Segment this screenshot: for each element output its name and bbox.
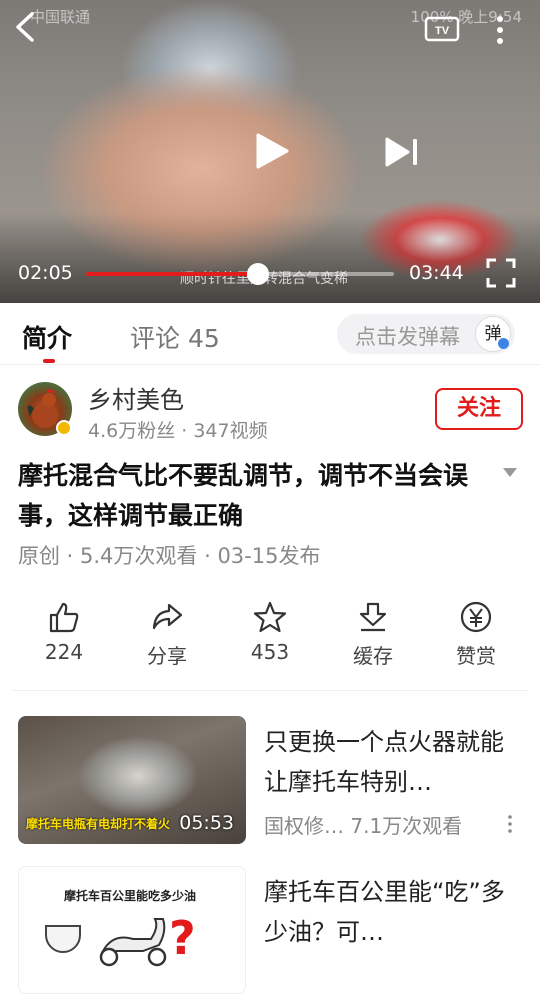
danmu-toggle-button[interactable]: 弹 bbox=[475, 316, 511, 352]
progress-bar[interactable] bbox=[86, 263, 394, 285]
share-button[interactable]: 分享 bbox=[121, 600, 213, 670]
tip-button[interactable]: 赞赏 bbox=[430, 600, 522, 670]
tab-intro[interactable]: 简介 bbox=[22, 319, 72, 355]
back-icon[interactable] bbox=[10, 10, 42, 44]
author-row: 乡村美色 4.6万粉丝 · 347视频 关注 bbox=[18, 380, 528, 442]
star-icon bbox=[253, 601, 287, 633]
verified-badge-icon bbox=[56, 420, 72, 436]
more-vertical-icon[interactable] bbox=[490, 14, 510, 46]
video-player[interactable]: 中国联通 100% 晚上9:54 TV 顺时针往里是转混合气变稀 02:05 0… bbox=[0, 0, 540, 303]
download-icon bbox=[359, 602, 387, 632]
yuan-icon bbox=[460, 601, 492, 633]
play-icon[interactable] bbox=[254, 132, 290, 170]
player-shade bbox=[0, 213, 540, 303]
video-thumbnail[interactable]: 摩托车电瓶有电却打不着火 05:53 bbox=[18, 716, 246, 844]
tab-indicator bbox=[43, 359, 55, 363]
follow-button[interactable]: 关注 bbox=[435, 388, 523, 430]
author-name[interactable]: 乡村美色 bbox=[88, 380, 184, 415]
expand-caret-icon[interactable] bbox=[502, 466, 518, 478]
svg-text:TV: TV bbox=[435, 25, 450, 37]
video-meta: 原创 · 5.4万次观看 · 03-15发布 bbox=[18, 544, 321, 568]
list-item[interactable]: 摩托车电瓶有电却打不着火 05:53 只更换一个点火器就能让摩托车特别… 国权修… bbox=[18, 716, 530, 846]
cache-label: 缓存 bbox=[353, 644, 393, 668]
list-item[interactable]: 摩托车百公里能吃多少油 ? 摩托车百公里能“吃”多少油？可… bbox=[18, 866, 530, 996]
progress-fill bbox=[86, 272, 259, 276]
rec-title: 摩托车百公里能“吃”多少油？可… bbox=[264, 878, 505, 946]
question-mark-image: ? bbox=[169, 911, 196, 965]
share-label: 分享 bbox=[147, 644, 187, 668]
danmu-placeholder: 点击发弹幕 bbox=[355, 325, 460, 349]
tv-icon[interactable]: TV bbox=[424, 14, 460, 44]
favorite-count: 453 bbox=[250, 640, 290, 664]
thumbnail-caption: 摩托车电瓶有电却打不着火 bbox=[26, 817, 171, 831]
share-icon bbox=[152, 603, 183, 630]
danmu-input[interactable]: 点击发弹幕 弹 bbox=[337, 314, 515, 354]
action-bar: 224 分享 453 缓存 赞赏 bbox=[18, 600, 522, 670]
like-button[interactable]: 224 bbox=[18, 600, 110, 670]
danmu-status-dot bbox=[498, 338, 509, 349]
tab-bar: 简介 评论 45 点击发弹幕 弹 bbox=[0, 303, 540, 365]
tab-comments[interactable]: 评论 45 bbox=[130, 319, 220, 355]
author-meta: 4.6万粉丝 · 347视频 bbox=[88, 420, 268, 442]
thumbnail-caption: 摩托车百公里能吃多少油 bbox=[64, 889, 197, 903]
scooter-image bbox=[99, 918, 167, 967]
video-thumbnail[interactable]: 摩托车百公里能吃多少油 ? bbox=[18, 866, 246, 994]
favorite-button[interactable]: 453 bbox=[224, 600, 316, 670]
rice-bowl-image bbox=[45, 925, 81, 953]
rec-meta: 国权修… 7.1万次观看 bbox=[264, 814, 463, 838]
video-title: 摩托混合气比不要乱调节，调节不当会误事，这样调节最正确 bbox=[18, 461, 469, 530]
next-icon[interactable] bbox=[384, 136, 420, 168]
thumbs-up-icon bbox=[49, 602, 79, 633]
current-time: 02:05 bbox=[18, 262, 73, 284]
rec-title: 只更换一个点火器就能让摩托车特别… bbox=[264, 728, 504, 796]
fullscreen-icon[interactable] bbox=[486, 258, 516, 288]
like-count: 224 bbox=[44, 640, 84, 664]
more-vertical-icon[interactable] bbox=[506, 814, 514, 834]
tip-label: 赞赏 bbox=[456, 644, 496, 668]
total-time: 03:44 bbox=[409, 262, 464, 284]
video-duration: 05:53 bbox=[179, 812, 234, 834]
cache-button[interactable]: 缓存 bbox=[327, 600, 419, 670]
divider bbox=[12, 690, 528, 691]
